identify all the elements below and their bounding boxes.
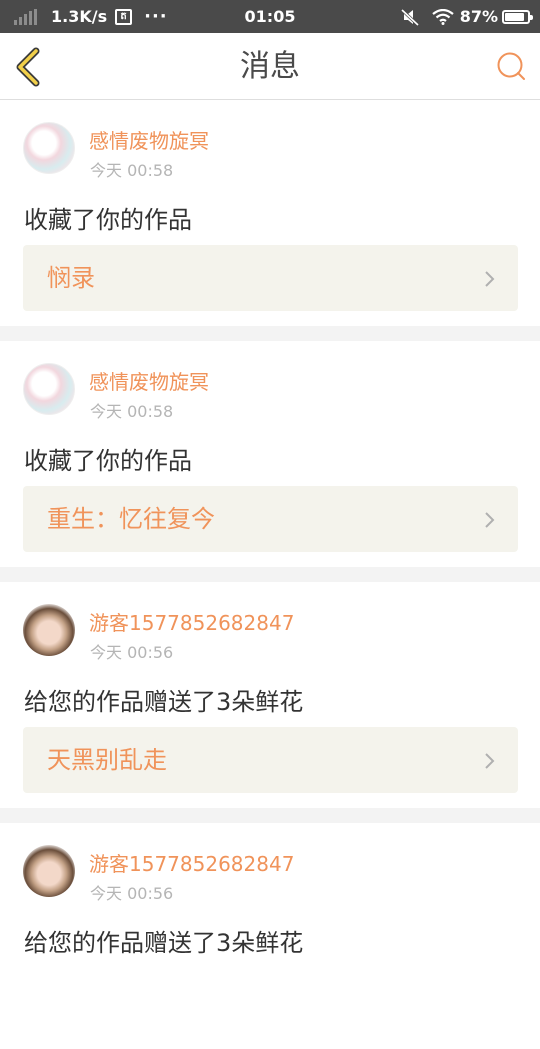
wifi-icon [432,8,454,25]
message-text: 给您的作品赠送了3朵鲜花 [24,929,304,957]
status-bar: 1.3K/s ត ··· 01:05 87% [0,0,540,33]
timestamp: 今天 00:56 [90,643,174,662]
work-link[interactable]: 天黑别乱走 [23,727,518,793]
avatar[interactable] [23,845,75,897]
work-link[interactable]: 悯录 [23,245,518,311]
chevron-right-icon [485,271,495,287]
status-bar-left: 1.3K/s ត ··· [14,0,168,33]
chevron-right-icon [485,753,495,769]
network-type-icon: ត [115,8,133,25]
timestamp: 今天 00:58 [90,161,174,180]
message-card: 游客1577852682847 今天 00:56 给您的作品赠送了3朵鲜花 [0,823,540,1049]
username[interactable]: 感情废物旋冥 [89,366,209,395]
message-text: 给您的作品赠送了3朵鲜花 [24,688,304,716]
page-title: 消息 [240,49,300,84]
status-bar-right: 87% [400,0,533,33]
search-icon[interactable] [495,50,527,82]
timestamp: 今天 00:56 [90,884,174,903]
work-link[interactable]: 重生：忆往复今 [23,486,518,552]
work-title: 天黑别乱走 [47,746,167,774]
message-text: 收藏了你的作品 [24,206,192,234]
mute-icon [400,8,419,26]
chevron-right-icon [485,512,495,528]
avatar[interactable] [23,122,75,174]
battery-icon [502,9,533,24]
battery-level-fill [505,12,525,21]
app-header: 消息 [0,33,540,100]
message-text: 收藏了你的作品 [24,447,192,475]
message-card: 游客1577852682847 今天 00:56 给您的作品赠送了3朵鲜花 天黑… [0,582,540,808]
network-speed: 1.3K/s [51,7,108,26]
username[interactable]: 游客1577852682847 [89,848,294,877]
avatar[interactable] [23,363,75,415]
signal-icon [14,8,39,25]
battery-percent: 87% [459,7,498,26]
chevron-left-icon[interactable] [12,47,48,87]
work-title: 悯录 [47,264,95,292]
avatar[interactable] [23,604,75,656]
timestamp: 今天 00:58 [90,402,174,421]
message-card: 感情废物旋冥 今天 00:58 收藏了你的作品 悯录 [0,100,540,326]
more-notifications-icon: ··· [144,6,168,27]
message-card: 感情废物旋冥 今天 00:58 收藏了你的作品 重生：忆往复今 [0,341,540,567]
work-title: 重生：忆往复今 [47,505,215,533]
username[interactable]: 感情废物旋冥 [89,125,209,154]
username[interactable]: 游客1577852682847 [89,607,294,636]
